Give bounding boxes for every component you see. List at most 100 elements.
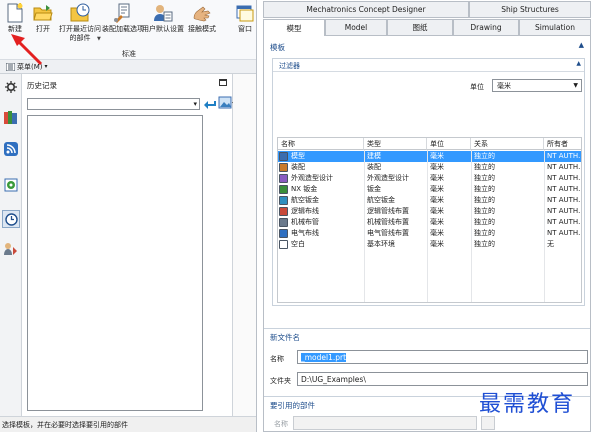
assembly-load-options-label: 装配加载选项 <box>102 25 144 33</box>
template-table: 名称 类型 单位 关系 所有者 模型 建模 毫米 独立的 NT AUTH... 装配 装配毫… <box>277 137 582 303</box>
touch-mode-button[interactable]: 接触模式 <box>186 2 218 34</box>
clock-icon <box>4 212 18 226</box>
filename-input[interactable]: _model1.prt <box>297 350 588 364</box>
template-filter-group: 过滤器 ▲ 单位 毫米 ▼ 名称 类型 单位 关系 所有者 模型 建模 毫米 独立的 N… <box>272 58 585 306</box>
touch-mode-label: 接触模式 <box>188 25 216 33</box>
cell-owner: NT AUTH... <box>547 229 582 237</box>
assembly-load-options-button[interactable]: 装配加载选项 <box>102 2 144 34</box>
resource-roles-tab[interactable] <box>2 240 20 258</box>
empty-row <box>278 261 581 272</box>
resource-palette-tab[interactable] <box>2 176 20 194</box>
cell-type: 电气管线布置 <box>367 229 409 237</box>
chevron-down-icon: ▼ <box>573 82 578 89</box>
recent-parts-label: 打开最近访问的部件 <box>59 25 101 42</box>
cell-name: 电气布线 <box>291 229 319 237</box>
menu-caret: ▾ <box>44 63 48 70</box>
tab-drawing-cn[interactable]: 图纸 <box>387 19 453 36</box>
tab-ship-structures[interactable]: Ship Structures <box>469 1 591 18</box>
col-header-type[interactable]: 类型 <box>364 138 427 150</box>
tab-drawing[interactable]: Drawing <box>453 19 519 36</box>
cell-type: 机械管线布置 <box>367 218 409 226</box>
maximize-icon[interactable] <box>219 79 227 86</box>
tab-model[interactable]: Model <box>325 19 387 36</box>
empty-row <box>278 294 581 302</box>
new-filename-section-title[interactable]: 新文件名 <box>270 332 300 343</box>
ref-part-input[interactable] <box>293 416 477 430</box>
cell-owner: NT AUTH... <box>547 218 582 226</box>
filter-title[interactable]: 过滤器 <box>279 61 300 71</box>
browse-folder-icon[interactable] <box>481 416 495 430</box>
open-button-label: 打开 <box>36 25 50 33</box>
history-back-button[interactable] <box>203 98 217 110</box>
shape-studio-icon <box>279 174 288 183</box>
reference-part-section-title[interactable]: 要引用的部件 <box>270 400 315 411</box>
cell-name: 模型 <box>291 152 305 160</box>
folder-label: 文件夹 <box>270 377 291 385</box>
menu-button[interactable]: 菜单(M) ▾ <box>6 61 48 72</box>
col-header-owner[interactable]: 所有者 <box>544 138 581 150</box>
recent-parts-icon <box>69 2 91 24</box>
section-divider <box>264 328 590 329</box>
cell-relation: 独立的 <box>474 174 495 182</box>
command-toolbar: 菜单(M) ▾ <box>0 60 256 74</box>
resource-history-tab[interactable] <box>2 210 20 228</box>
tab-model-cn[interactable]: 模型 <box>263 19 325 37</box>
col-header-name[interactable]: 名称 <box>278 138 364 150</box>
unit-select[interactable]: 毫米 ▼ <box>492 79 582 92</box>
new-button[interactable]: 新建 <box>4 2 26 34</box>
open-button[interactable]: 打开 <box>30 2 56 34</box>
assembly-load-icon <box>112 2 134 24</box>
history-panel: 历史记录 ▾ <box>22 74 235 416</box>
history-filter-select[interactable]: ▾ <box>27 98 200 110</box>
recent-parts-caret[interactable]: ▼ <box>97 36 101 42</box>
gear-icon <box>5 81 17 93</box>
folder-input[interactable]: D:\UG_Examples\ <box>297 372 588 386</box>
window-button[interactable]: 窗口 <box>234 2 256 34</box>
cell-owner: NT AUTH... <box>547 163 582 171</box>
tab-simulation[interactable]: Simulation <box>519 19 591 36</box>
feed-icon <box>4 142 18 156</box>
resource-books-tab[interactable] <box>2 108 20 126</box>
roles-icon <box>4 243 17 255</box>
cell-unit: 毫米 <box>430 152 444 160</box>
cell-name: 外观造型设计 <box>291 174 333 182</box>
empty-row <box>278 272 581 283</box>
user-defaults-button[interactable]: 用户默认设置 <box>142 2 184 34</box>
window-label: 窗口 <box>238 25 252 33</box>
table-row[interactable]: 空白 基本环境 毫米 独立的 无 <box>278 239 581 250</box>
table-row[interactable]: 机械布管 机械管线布置 毫米 独立的 NT AUTH... <box>278 217 582 228</box>
recent-parts-button[interactable]: 打开最近访问的部件 ▼ <box>58 2 102 43</box>
table-row[interactable]: 逻辑布线 逻辑管线布置 毫米 独立的 NT AUTH... <box>278 206 581 217</box>
cell-type: 装配 <box>367 163 381 171</box>
tab-mechatronics[interactable]: Mechatronics Concept Designer <box>263 1 469 18</box>
resource-settings-tab[interactable] <box>2 78 20 96</box>
cell-type: 基本环境 <box>367 240 395 248</box>
cell-relation: 独立的 <box>474 207 495 215</box>
templates-section-title[interactable]: 模板 <box>270 42 285 53</box>
status-bar: 选择模板，并在必要时选择要引用的部件 <box>0 416 256 432</box>
cell-relation: 独立的 <box>474 185 495 193</box>
assembly-icon <box>279 163 288 172</box>
books-icon <box>4 111 17 124</box>
filter-collapse-icon[interactable]: ▲ <box>576 60 581 67</box>
history-list[interactable] <box>27 115 203 411</box>
cell-relation: 独立的 <box>474 229 495 237</box>
table-row[interactable]: 电气布线 电气管线布置 毫米 独立的 NT AUTH... <box>278 228 582 239</box>
cell-unit: 毫米 <box>430 240 444 248</box>
resource-web-tab[interactable] <box>2 140 20 158</box>
sheet-metal-icon <box>279 185 288 194</box>
table-row[interactable]: 装配 装配 毫米 独立的 NT AUTH... <box>278 162 582 173</box>
touch-mode-icon <box>191 2 213 24</box>
collapse-chevron-icon[interactable]: ▲ <box>579 41 584 49</box>
table-row[interactable]: 模型 建模 毫米 独立的 NT AUTH... <box>278 151 581 162</box>
col-header-unit[interactable]: 单位 <box>427 138 471 150</box>
cell-name: 机械布管 <box>291 218 319 226</box>
col-header-relation[interactable]: 关系 <box>471 138 544 150</box>
cell-type: 建模 <box>367 152 381 160</box>
cell-name: 装配 <box>291 163 305 171</box>
blank-icon <box>279 240 288 249</box>
table-row[interactable]: NX 钣金 钣金 毫米 独立的 NT AUTH... <box>278 184 581 195</box>
user-defaults-label: 用户默认设置 <box>142 25 184 33</box>
table-row[interactable]: 航空钣金 航空钣金 毫米 独立的 NT AUTH... <box>278 195 581 206</box>
table-row[interactable]: 外观造型设计 外观造型设计 毫米 独立的 NT AUTH... <box>278 173 581 184</box>
